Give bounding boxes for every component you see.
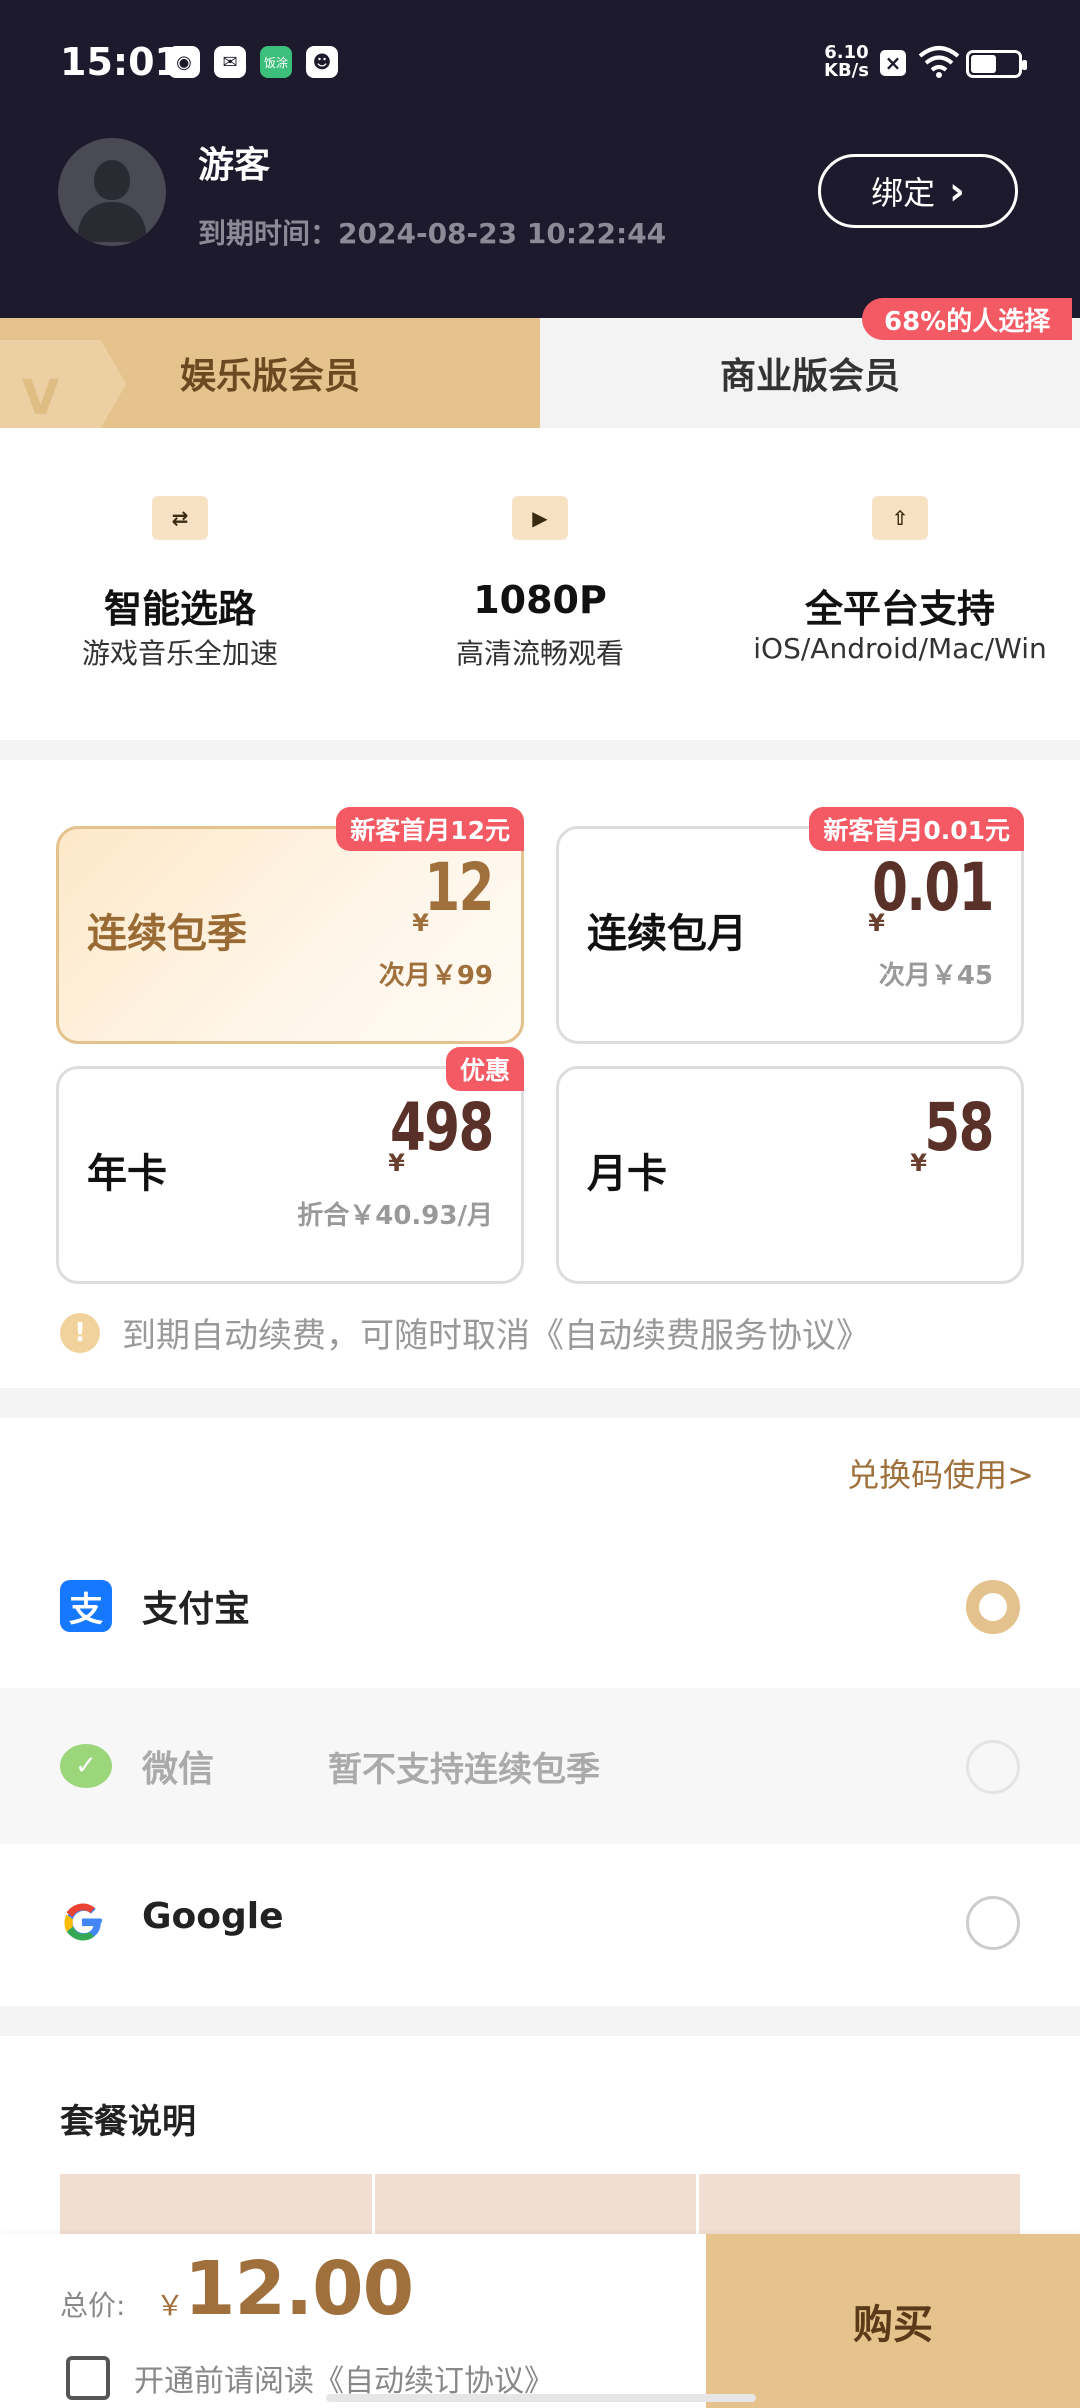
no-sim-icon: × bbox=[880, 50, 906, 76]
buy-button[interactable]: 购买 bbox=[706, 2234, 1080, 2408]
home-indicator[interactable] bbox=[326, 2394, 756, 2402]
status-notification-icons: ◉ ✉ 饭涂 ☻ bbox=[168, 46, 338, 78]
feature-list: ⇄ 智能选路 游戏音乐全加速 ▶ 1080P 高清流畅观看 ⇧ 全平台支持 iO… bbox=[0, 428, 1080, 740]
tab-popular-badge: 68%的人选择 bbox=[862, 298, 1073, 340]
plan-card-monthly-auto[interactable]: 新客首月0.01元 连续包月 ¥ 0.01 次月￥45 bbox=[556, 807, 1024, 1044]
description-title: 套餐说明 bbox=[60, 2102, 196, 2142]
total-currency: ￥ bbox=[156, 2289, 185, 2322]
alipay-icon: 支 bbox=[60, 1580, 112, 1632]
total-label: 总价: bbox=[60, 2289, 126, 2322]
payment-wechat: ✓ 微信 暂不支持连续包季 bbox=[0, 1688, 1080, 1844]
plan-price: 498 bbox=[390, 1089, 494, 1166]
plan-price: 58 bbox=[924, 1089, 994, 1166]
agreement-checkbox[interactable] bbox=[66, 2356, 110, 2400]
plan-price: 12 bbox=[424, 849, 494, 926]
tab-entertainment[interactable]: V 娱乐版会员 bbox=[0, 318, 540, 428]
warning-icon: ! bbox=[60, 1312, 100, 1353]
plan-badge: 新客首月12元 bbox=[336, 807, 524, 851]
expire-time: 到期时间：2024-08-23 10:22:44 bbox=[198, 217, 667, 250]
chevron-right-icon: › bbox=[949, 169, 965, 213]
message-icon: ✉ bbox=[214, 46, 246, 78]
redeem-code-link[interactable]: 兑换码使用> bbox=[847, 1450, 1034, 1496]
google-icon bbox=[64, 1903, 102, 1941]
switch-arrows-icon: ⇄ bbox=[152, 496, 208, 540]
auto-renew-notice[interactable]: ! 到期自动续费，可随时取消《自动续费服务协议》 bbox=[60, 1308, 870, 1357]
net-speed: 6.10 KB/s bbox=[824, 42, 869, 81]
v-logo-icon: V bbox=[22, 370, 60, 426]
membership-tabs: V 娱乐版会员 商业版会员 68%的人选择 bbox=[0, 298, 1080, 428]
wechat-icon: ✓ bbox=[60, 1744, 112, 1788]
multi-platform-icon: ⇧ bbox=[872, 496, 928, 540]
total-price: 12.00 bbox=[184, 2246, 414, 2332]
radio-wechat bbox=[966, 1740, 1020, 1794]
weibo-icon: ◉ bbox=[168, 46, 200, 78]
payment-alipay[interactable]: 支 支付宝 bbox=[0, 1528, 1080, 1684]
battery-icon bbox=[966, 50, 1027, 78]
username: 游客 bbox=[198, 145, 271, 186]
play-icon: ▶ bbox=[512, 496, 568, 540]
plan-badge: 新客首月0.01元 bbox=[809, 807, 1024, 851]
plan-card-quarterly[interactable]: 新客首月12元 连续包季 ¥ 12 次月￥99 bbox=[56, 807, 524, 1044]
plan-badge: 优惠 bbox=[445, 1047, 524, 1091]
tab-decoration bbox=[0, 340, 126, 428]
radio-google[interactable] bbox=[966, 1896, 1020, 1950]
payment-google[interactable]: Google bbox=[0, 1844, 1080, 2000]
radio-alipay[interactable] bbox=[966, 1580, 1020, 1634]
status-bar: 15:01 ◉ ✉ 饭涂 ☻ 6.10 KB/s × bbox=[0, 0, 1080, 128]
status-time: 15:01 bbox=[60, 40, 181, 84]
wifi-icon bbox=[918, 46, 960, 78]
bind-button[interactable]: 绑定 › bbox=[818, 154, 1018, 228]
plan-price: 0.01 bbox=[872, 849, 994, 926]
cat-icon: ☻ bbox=[306, 46, 338, 78]
plan-card-yearly[interactable]: 优惠 年卡 ¥ 498 折合￥40.93/月 bbox=[56, 1047, 524, 1284]
checkout-bar: 总价: ￥ 12.00 开通前请阅读《自动续订协议》 购买 bbox=[0, 2234, 1080, 2408]
plan-card-month[interactable]: 月卡 ¥ 58 bbox=[556, 1066, 1024, 1284]
payment-section: 兑换码使用> 支 支付宝 ✓ 微信 暂不支持连续包季 Google bbox=[0, 1418, 1080, 2006]
app-badge-icon: 饭涂 bbox=[260, 46, 292, 78]
payment-unsupported-note: 暂不支持连续包季 bbox=[328, 1750, 600, 1790]
plan-section: 新客首月12元 连续包季 ¥ 12 次月￥99 新客首月0.01元 连续包月 ¥… bbox=[0, 760, 1080, 1388]
avatar[interactable] bbox=[58, 138, 166, 246]
header-area: 15:01 ◉ ✉ 饭涂 ☻ 6.10 KB/s × 游客 到期时间：2024-… bbox=[0, 0, 1080, 318]
